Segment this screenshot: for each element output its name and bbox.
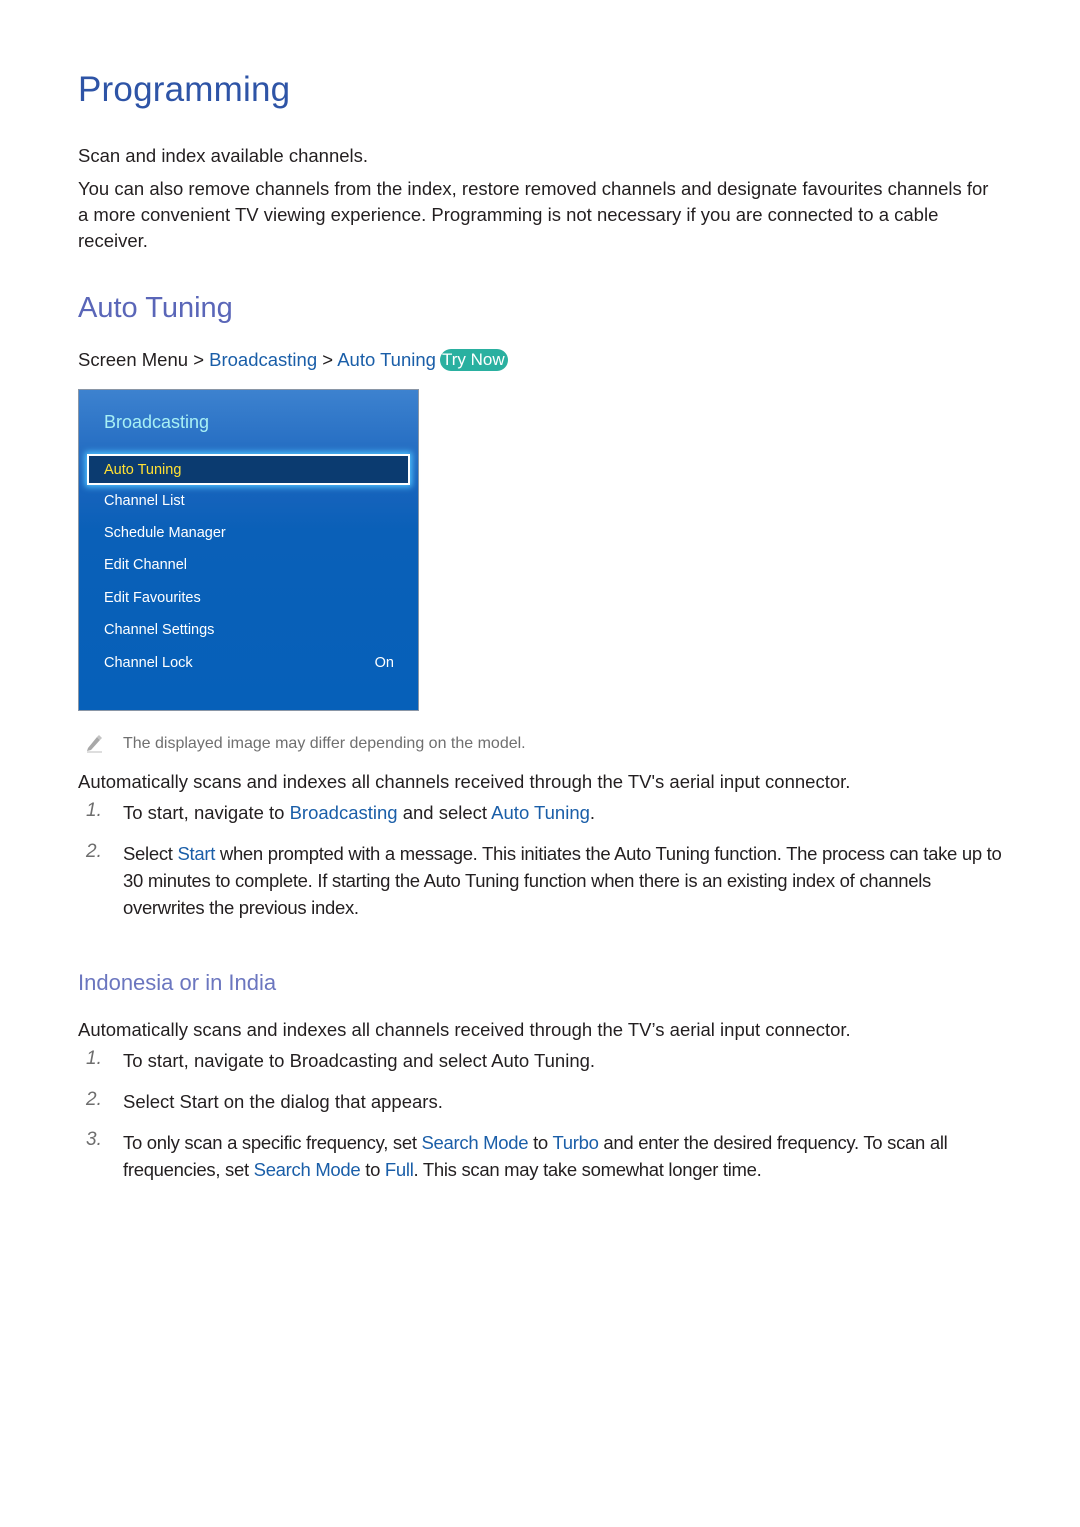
tv-menu-item-edit-favourites[interactable]: Edit Favourites bbox=[104, 590, 394, 606]
link-broadcasting[interactable]: Broadcasting bbox=[290, 802, 398, 823]
intro-summary: Scan and index available channels. bbox=[78, 145, 369, 166]
link-search-mode[interactable]: Search Mode bbox=[422, 1132, 529, 1153]
step-2: Select Start when prompted with a messag… bbox=[123, 840, 1008, 921]
step-number: 2. bbox=[86, 1089, 102, 1110]
step-text: To only scan a specific frequency, set bbox=[123, 1132, 422, 1153]
step-text: to bbox=[528, 1132, 553, 1153]
subsection-heading: Indonesia or in India bbox=[78, 970, 277, 995]
tv-menu-item-channel-settings[interactable]: Channel Settings bbox=[104, 622, 394, 638]
step-1: To start, navigate to Broadcasting and s… bbox=[123, 799, 1008, 826]
tv-menu-item-auto-tuning[interactable]: Auto Tuning bbox=[87, 454, 410, 485]
breadcrumb: Screen Menu > Broadcasting > Auto Tuning… bbox=[78, 347, 508, 373]
try-now-button[interactable]: Try Now bbox=[439, 349, 508, 371]
tv-menu-item-edit-channel[interactable]: Edit Channel bbox=[104, 557, 394, 573]
subsection-description: Automatically scans and indexes all chan… bbox=[78, 1019, 851, 1040]
breadcrumb-separator: > bbox=[322, 349, 338, 370]
breadcrumb-broadcasting[interactable]: Broadcasting bbox=[209, 349, 317, 370]
breadcrumb-separator: > bbox=[193, 349, 210, 370]
step-text: . This scan may take somewhat longer tim… bbox=[413, 1159, 762, 1180]
link-search-mode[interactable]: Search Mode bbox=[254, 1159, 361, 1180]
step-number: 3. bbox=[86, 1129, 102, 1150]
tv-menu-item-label: Channel Lock bbox=[104, 655, 193, 671]
sub-step-3: To only scan a specific frequency, set S… bbox=[123, 1129, 1008, 1183]
breadcrumb-auto-tuning[interactable]: Auto Tuning bbox=[337, 349, 436, 370]
tv-menu-item-label: Channel Settings bbox=[104, 622, 215, 638]
step-number: 2. bbox=[86, 841, 102, 862]
breadcrumb-root: Screen Menu bbox=[78, 349, 189, 370]
note-text: The displayed image may differ depending… bbox=[123, 735, 526, 752]
section-heading: Auto Tuning bbox=[78, 292, 233, 324]
sub-step-1: To start, navigate to Broadcasting and s… bbox=[123, 1050, 596, 1071]
link-full[interactable]: Full bbox=[385, 1159, 414, 1180]
link-auto-tuning[interactable]: Auto Tuning bbox=[491, 802, 590, 823]
tv-menu-item-label: Schedule Manager bbox=[104, 525, 226, 541]
step-text: Select bbox=[123, 843, 178, 864]
step-number: 1. bbox=[86, 800, 102, 821]
tv-menu-item-label: Auto Tuning bbox=[104, 462, 182, 478]
tv-menu-item-channel-list[interactable]: Channel List bbox=[104, 493, 394, 509]
tv-menu-item-schedule-manager[interactable]: Schedule Manager bbox=[104, 525, 394, 541]
tv-menu-title: Broadcasting bbox=[104, 412, 210, 432]
page-title: Programming bbox=[78, 70, 291, 109]
sub-step-2: Select Start on the dialog that appears. bbox=[123, 1091, 443, 1112]
pencil-icon bbox=[87, 735, 102, 753]
tv-menu-item-label: Edit Channel bbox=[104, 557, 188, 573]
tv-menu-item-value: On bbox=[374, 655, 394, 671]
step-text: and select bbox=[397, 802, 492, 823]
step-text: . bbox=[589, 802, 596, 823]
step-number: 1. bbox=[86, 1048, 102, 1069]
tv-menu-item-label: Channel List bbox=[104, 493, 185, 509]
section-description: Automatically scans and indexes all chan… bbox=[78, 771, 851, 792]
tv-menu-item-label: Edit Favourites bbox=[104, 590, 201, 606]
link-start[interactable]: Start bbox=[177, 843, 215, 864]
link-turbo[interactable]: Turbo bbox=[552, 1132, 598, 1153]
intro-paragraph: You can also remove channels from the in… bbox=[78, 178, 989, 251]
step-text: when prompted with a message. This initi… bbox=[123, 843, 1002, 918]
step-text: To start, navigate to bbox=[123, 802, 290, 823]
tv-menu-screenshot: Broadcasting Auto Tuning Channel List Sc… bbox=[78, 389, 419, 711]
tv-menu-item-channel-lock[interactable]: Channel Lock On bbox=[104, 655, 394, 671]
step-text: to bbox=[360, 1159, 385, 1180]
